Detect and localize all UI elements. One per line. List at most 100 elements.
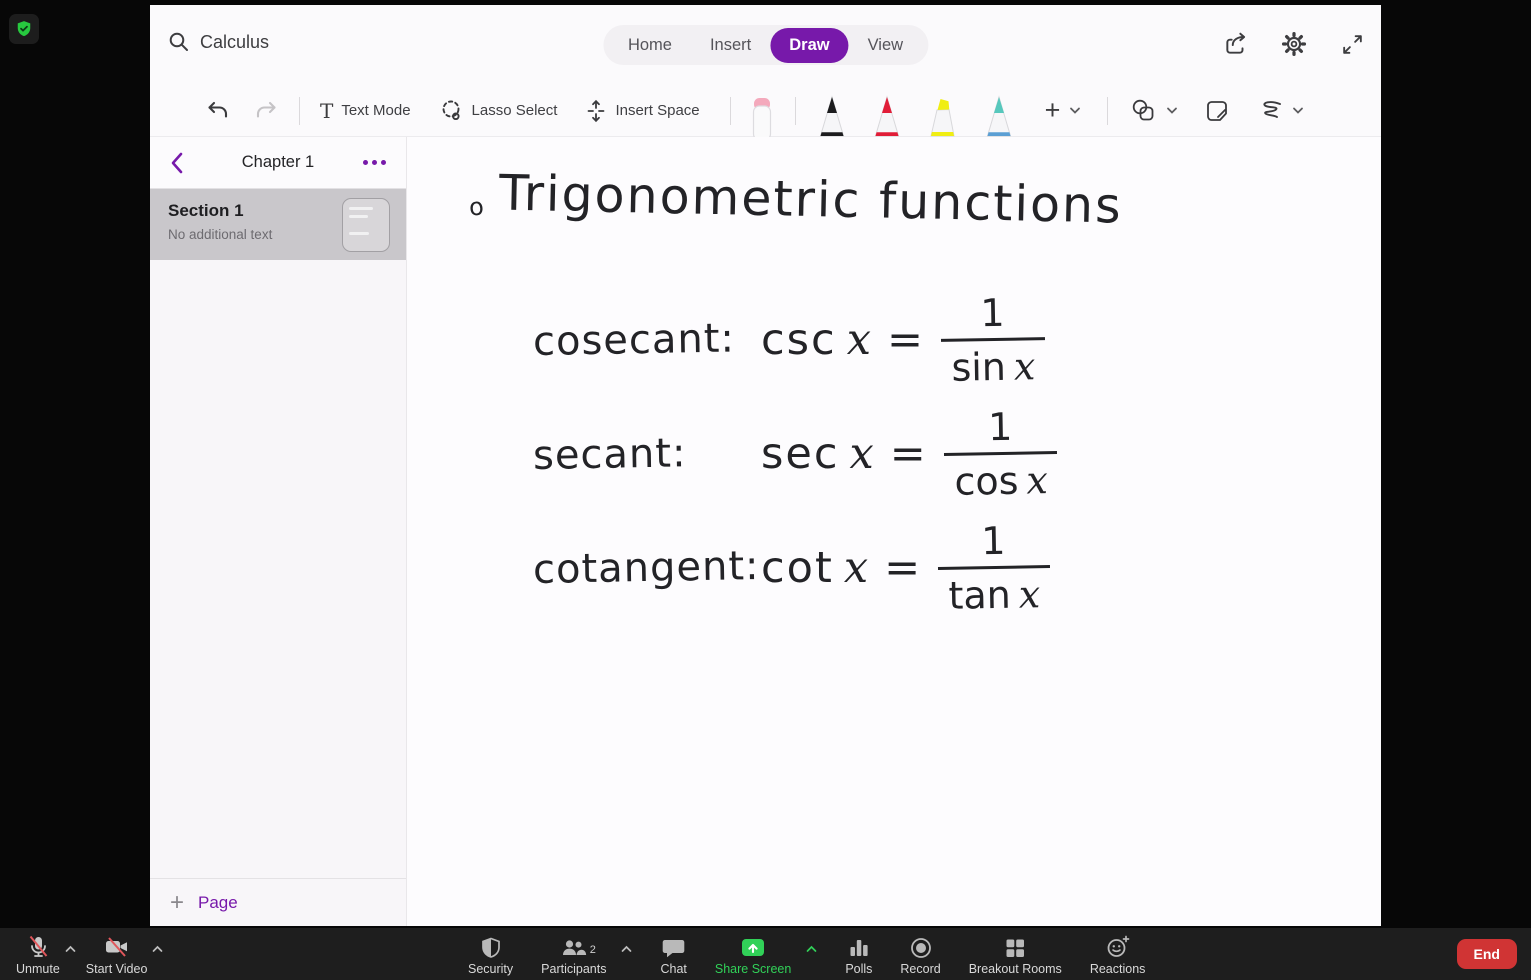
more-options-button[interactable]: [363, 160, 386, 165]
security-shield-icon: [481, 937, 500, 958]
plus-icon: +: [1044, 95, 1061, 125]
denominator: tan x: [938, 565, 1051, 618]
tab-insert[interactable]: Insert: [691, 28, 770, 63]
back-button[interactable]: [170, 152, 183, 174]
unmute-options-chevron[interactable]: [65, 940, 76, 958]
drawing-canvas[interactable]: o Trigonometric functions cosecant: csc …: [407, 137, 1381, 926]
meeting-toolbar: Unmute Start Video Security 2 Participan…: [0, 928, 1531, 980]
search-input[interactable]: Calculus: [168, 31, 269, 53]
add-pen-button[interactable]: +: [1045, 97, 1082, 124]
add-page-button[interactable]: + Page: [150, 878, 406, 926]
scribble-icon: [1263, 100, 1282, 118]
function-name: csc: [761, 315, 837, 365]
app-header: Calculus Home Insert Draw View: [150, 5, 1381, 85]
pen-black[interactable]: [814, 85, 850, 137]
participants-chevron[interactable]: [621, 940, 632, 958]
share-screen-button[interactable]: Share Screen: [715, 928, 817, 980]
start-video-button[interactable]: Start Video: [86, 928, 163, 980]
breakout-rooms-button[interactable]: Breakout Rooms: [969, 928, 1062, 980]
end-meeting-button[interactable]: End: [1456, 939, 1517, 969]
fraction: 1 sin x: [940, 290, 1046, 390]
add-page-label: Page: [198, 892, 238, 912]
breakout-rooms-icon: [1006, 939, 1025, 957]
text-mode-icon: T: [320, 98, 334, 123]
equals-sign: =: [884, 543, 921, 593]
insert-space-label: Insert Space: [615, 102, 700, 119]
function-name: sec: [761, 429, 840, 479]
record-button[interactable]: Record: [900, 928, 941, 980]
reactions-button[interactable]: Reactions: [1090, 928, 1145, 980]
handwritten-equation-row: secant: sec x = 1 cos x: [532, 399, 1059, 509]
den-function: tan: [948, 572, 1012, 618]
lasso-icon: [442, 100, 460, 121]
encryption-badge[interactable]: [9, 14, 39, 44]
ink-to-text-button[interactable]: [1204, 98, 1230, 124]
text-mode-label: Text Mode: [341, 102, 411, 119]
chevron-down-icon: [1070, 107, 1081, 114]
note-pen-icon: [1207, 100, 1228, 121]
fraction: 1 cos x: [943, 404, 1059, 504]
mic-muted-icon: [29, 935, 48, 957]
security-button[interactable]: Security: [468, 928, 513, 980]
lasso-select-button[interactable]: Lasso Select: [439, 98, 558, 123]
handwritten-equation-row: cotangent: cot x = 1 tan x: [532, 513, 1051, 623]
insert-space-button[interactable]: Insert Space: [585, 99, 700, 123]
share-screen-chevron[interactable]: [806, 940, 817, 958]
shapes-button[interactable]: [1130, 98, 1178, 124]
equation-label: secant:: [532, 430, 687, 479]
share-button[interactable]: [1221, 29, 1251, 59]
pen-red[interactable]: [869, 85, 905, 137]
search-icon: [169, 32, 188, 51]
chat-bubble-icon: [662, 940, 685, 958]
ribbon-tabs: Home Insert Draw View: [602, 25, 929, 65]
tab-draw[interactable]: Draw: [770, 27, 849, 63]
variable: x: [843, 543, 869, 593]
numerator: 1: [987, 404, 1013, 450]
lasso-label: Lasso Select: [471, 102, 558, 119]
participants-button[interactable]: 2 Participants: [541, 928, 632, 980]
header-actions: [1221, 29, 1367, 59]
denominator: cos x: [943, 451, 1059, 504]
undo-icon: [208, 101, 228, 118]
expand-icon: [1342, 34, 1362, 54]
plus-icon: +: [170, 888, 185, 916]
unmute-button[interactable]: Unmute: [16, 928, 76, 980]
divider: [729, 96, 731, 125]
eraser-tool[interactable]: [747, 85, 777, 137]
sidebar-header: Chapter 1: [150, 137, 406, 189]
divider: [794, 96, 796, 125]
tab-home[interactable]: Home: [609, 28, 691, 63]
den-function: cos: [953, 458, 1019, 504]
equation-label: cotangent:: [532, 543, 760, 593]
polls-button[interactable]: Polls: [845, 928, 872, 980]
sidebar-empty-area: [150, 260, 406, 878]
den-variable: x: [1018, 572, 1041, 617]
handwritten-equation-row: cosecant: csc x = 1 sin x: [533, 285, 1046, 395]
fraction: 1 tan x: [937, 518, 1051, 618]
redo-button[interactable]: [255, 99, 279, 123]
highlighter-yellow[interactable]: [924, 85, 962, 137]
settings-button[interactable]: [1279, 29, 1309, 59]
pen-black-icon: [819, 94, 844, 136]
camera-off-icon: [105, 937, 127, 957]
chevron-down-icon: [1167, 107, 1178, 114]
chevron-left-icon: [171, 152, 183, 173]
video-options-chevron[interactable]: [152, 940, 163, 958]
pen-teal[interactable]: [981, 85, 1017, 137]
function-name: cot: [761, 543, 834, 593]
polls-icon: [850, 940, 868, 956]
chat-button[interactable]: Chat: [660, 928, 687, 980]
shield-check-icon: [17, 21, 31, 37]
text-mode-button[interactable]: T Text Mode: [320, 101, 411, 121]
meeting-toolbar-center: Security 2 Participants Chat Share Scree…: [468, 928, 1145, 980]
page-list-item-selected[interactable]: Section 1 No additional text: [150, 189, 406, 260]
undo-button[interactable]: [205, 99, 229, 123]
chevron-down-icon: [1293, 107, 1304, 114]
fullscreen-button[interactable]: [1337, 29, 1367, 59]
page-thumbnail: [342, 198, 390, 252]
variable: x: [846, 315, 871, 365]
ink-effects-button[interactable]: [1256, 99, 1304, 123]
tab-view[interactable]: View: [849, 28, 922, 63]
divider: [1107, 96, 1109, 125]
variable: x: [849, 429, 874, 479]
